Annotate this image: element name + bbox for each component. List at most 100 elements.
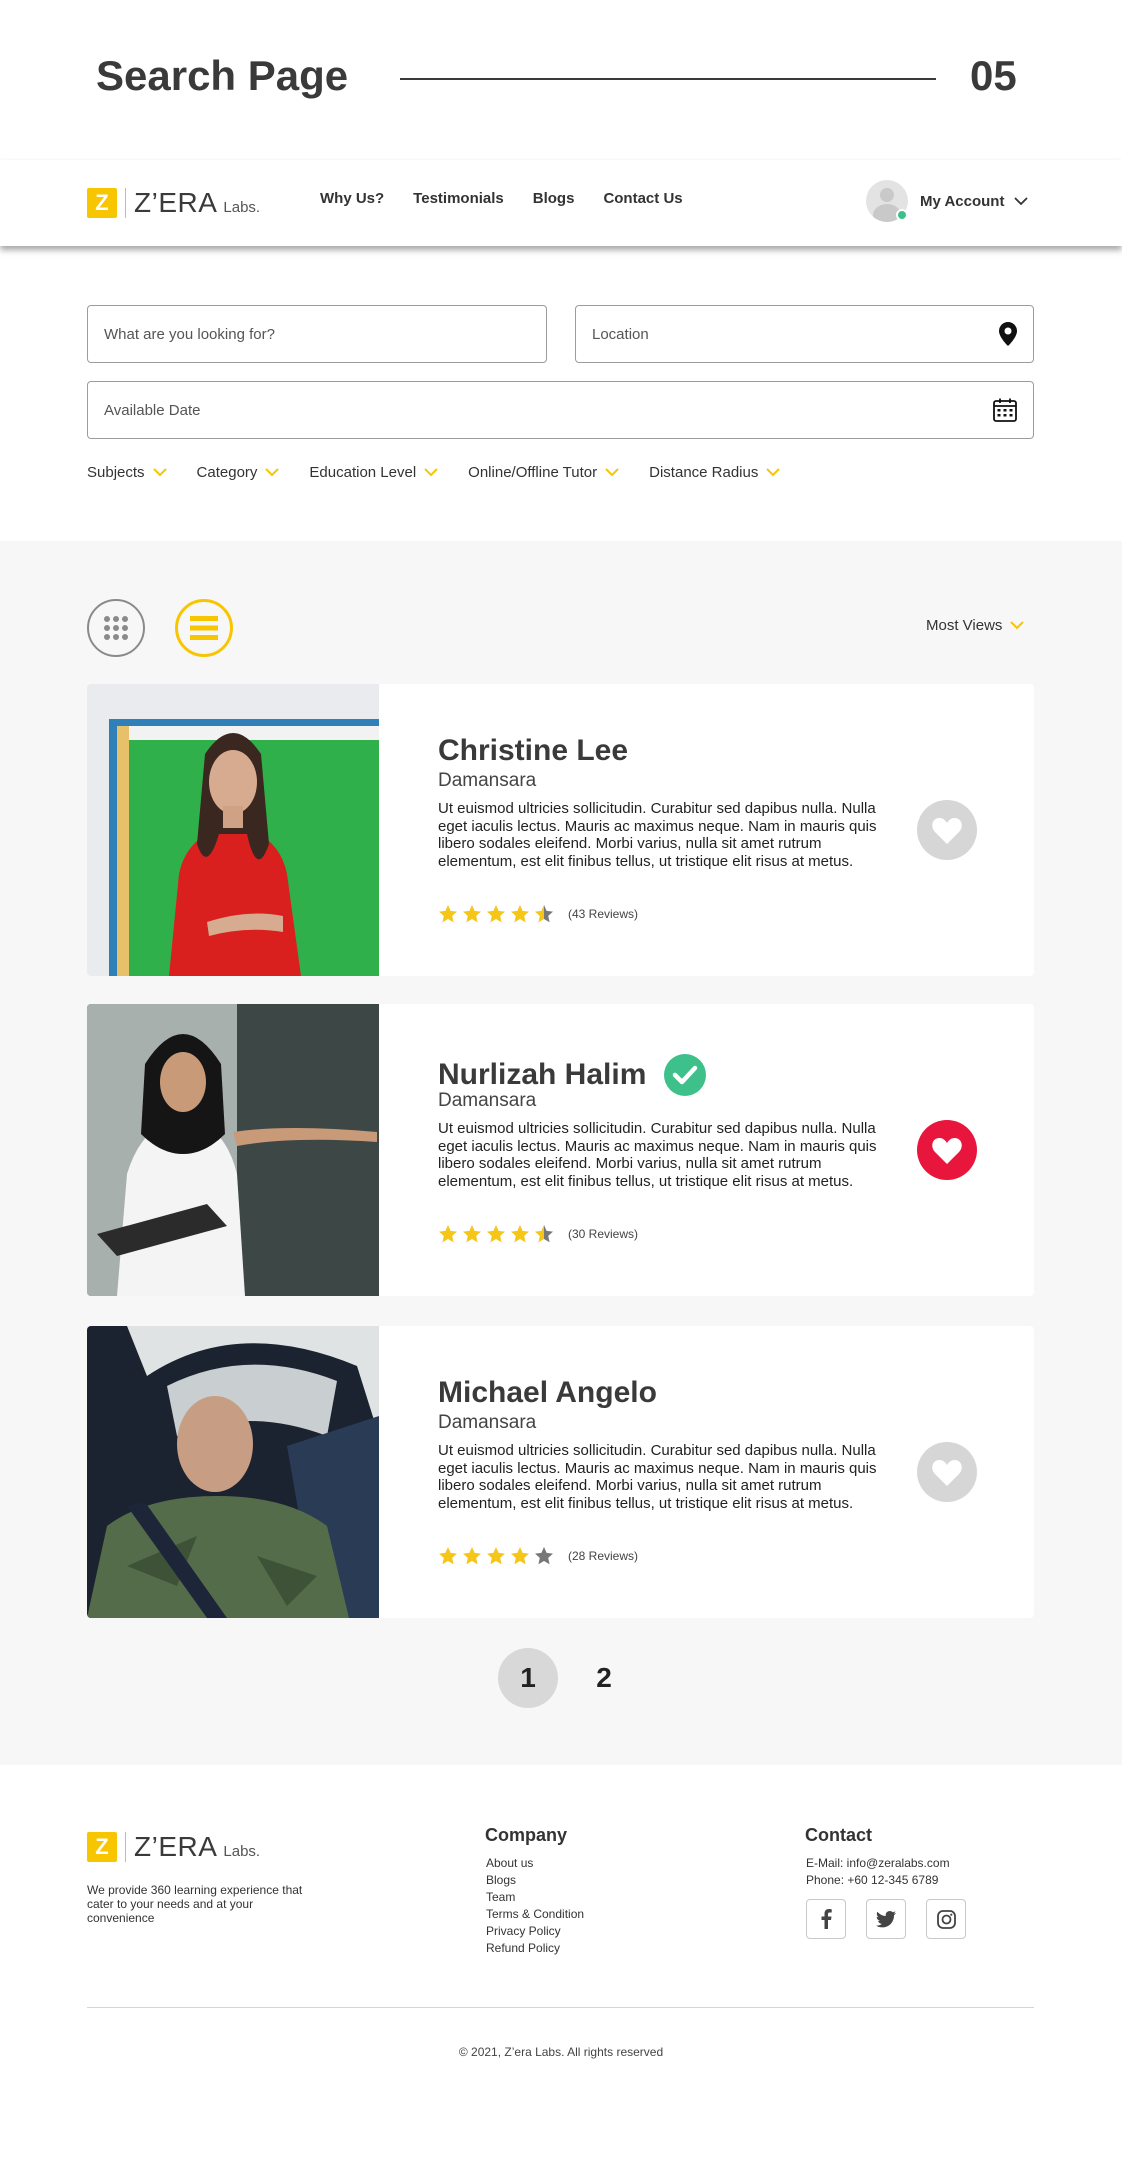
location-input[interactable]: Location bbox=[575, 305, 1034, 363]
list-view-button[interactable] bbox=[175, 599, 233, 657]
favorite-button[interactable] bbox=[917, 800, 977, 860]
star-icon bbox=[439, 905, 457, 923]
slide-header: Search Page 05 bbox=[0, 0, 1122, 160]
contact-phone[interactable]: Phone: +60 12-345 6789 bbox=[806, 1872, 950, 1889]
tutor-card[interactable]: Michael Angelo Damansara Ut euismod ultr… bbox=[87, 1326, 1034, 1618]
grid-view-button[interactable] bbox=[87, 599, 145, 657]
tutor-rating: (28 Reviews) bbox=[438, 1546, 638, 1566]
filter-education-level[interactable]: Education Level bbox=[309, 464, 438, 481]
star-icon bbox=[463, 1225, 481, 1243]
star-icon bbox=[535, 1225, 553, 1243]
nav-link-blogs[interactable]: Blogs bbox=[533, 190, 575, 207]
star-icon bbox=[535, 905, 553, 923]
nav-link-contact-us[interactable]: Contact Us bbox=[603, 190, 682, 207]
company-links: About us Blogs Team Terms & Condition Pr… bbox=[486, 1855, 584, 1957]
star-rating bbox=[438, 1546, 554, 1566]
instagram-button[interactable] bbox=[926, 1899, 966, 1939]
heart-icon bbox=[932, 1137, 962, 1164]
online-status-dot bbox=[896, 209, 908, 221]
filter-distance-radius[interactable]: Distance Radius bbox=[649, 464, 781, 481]
tutor-photo bbox=[87, 1004, 379, 1296]
keyword-placeholder: What are you looking for? bbox=[104, 325, 275, 343]
contact-details: E-Mail: info@zeralabs.com Phone: +60 12-… bbox=[806, 1855, 950, 1889]
search-panel: What are you looking for? Location Avail… bbox=[0, 246, 1122, 541]
footer-link-refund[interactable]: Refund Policy bbox=[486, 1940, 584, 1957]
keyword-search-input[interactable]: What are you looking for? bbox=[87, 305, 547, 363]
logo-name: Z’ERA bbox=[134, 1831, 218, 1862]
heart-icon bbox=[932, 1459, 962, 1486]
filter-label: Distance Radius bbox=[649, 464, 759, 481]
page-2-button[interactable]: 2 bbox=[574, 1648, 634, 1708]
filter-online-offline[interactable]: Online/Offline Tutor bbox=[468, 464, 619, 481]
available-date-input[interactable]: Available Date bbox=[87, 381, 1034, 439]
chevron-down-icon bbox=[766, 468, 781, 477]
footer-link-terms[interactable]: Terms & Condition bbox=[486, 1906, 584, 1923]
favorite-button[interactable] bbox=[917, 1120, 977, 1180]
instagram-icon bbox=[936, 1909, 956, 1929]
heart-icon bbox=[932, 817, 962, 844]
tutor-photo bbox=[87, 1326, 379, 1618]
review-count[interactable]: (30 Reviews) bbox=[568, 1227, 638, 1241]
nav-link-why-us[interactable]: Why Us? bbox=[320, 190, 384, 207]
tutor-rating: (30 Reviews) bbox=[438, 1224, 638, 1244]
chevron-down-icon bbox=[605, 468, 619, 477]
favorite-button[interactable] bbox=[917, 1442, 977, 1502]
chevron-down-icon bbox=[424, 468, 438, 477]
nav-links: Why Us? Testimonials Blogs Contact Us bbox=[320, 190, 683, 207]
star-icon bbox=[487, 905, 505, 923]
filter-label: Online/Offline Tutor bbox=[468, 464, 598, 481]
twitter-button[interactable] bbox=[866, 1899, 906, 1939]
logo-suffix: Labs. bbox=[223, 198, 261, 216]
date-placeholder: Available Date bbox=[104, 401, 201, 419]
star-icon bbox=[487, 1225, 505, 1243]
tutor-name[interactable]: Nurlizah Halim bbox=[438, 1058, 646, 1092]
filter-subjects[interactable]: Subjects bbox=[87, 464, 167, 481]
page-1-button[interactable]: 1 bbox=[498, 1648, 558, 1708]
review-count[interactable]: (28 Reviews) bbox=[568, 1549, 638, 1563]
review-count[interactable]: (43 Reviews) bbox=[568, 907, 638, 921]
slide-title: Search Page bbox=[96, 52, 349, 99]
tutor-card[interactable]: Christine Lee Damansara Ut euismod ultri… bbox=[87, 684, 1034, 976]
tutor-card[interactable]: Nurlizah Halim Damansara Ut euismod ultr… bbox=[87, 1004, 1034, 1296]
chevron-down-icon bbox=[152, 468, 167, 477]
star-icon bbox=[439, 1225, 457, 1243]
star-icon bbox=[463, 1547, 481, 1565]
sort-dropdown[interactable]: Most Views bbox=[926, 617, 1025, 634]
footer-link-privacy[interactable]: Privacy Policy bbox=[486, 1923, 584, 1940]
tutor-location: Damansara bbox=[438, 770, 537, 791]
facebook-button[interactable] bbox=[806, 1899, 846, 1939]
tutor-rating: (43 Reviews) bbox=[438, 904, 638, 924]
logo-suffix: Labs. bbox=[223, 1842, 261, 1860]
filter-label: Education Level bbox=[309, 464, 417, 481]
nav-link-testimonials[interactable]: Testimonials bbox=[413, 190, 504, 207]
copyright: © 2021, Z’era Labs. All rights reserved bbox=[458, 2045, 664, 2059]
divider bbox=[400, 78, 936, 80]
footer-link-about[interactable]: About us bbox=[486, 1855, 584, 1872]
footer-logo[interactable]: Z Z’ERA Labs. bbox=[87, 1831, 260, 1863]
sort-label: Most Views bbox=[926, 617, 1003, 634]
filter-bar: Subjects Category Education Level Online… bbox=[87, 464, 781, 481]
filter-category[interactable]: Category bbox=[197, 464, 280, 481]
footer-link-team[interactable]: Team bbox=[486, 1889, 584, 1906]
account-menu[interactable]: My Account bbox=[866, 180, 1029, 222]
filter-label: Category bbox=[196, 464, 258, 481]
chevron-down-icon bbox=[1010, 621, 1025, 630]
pagination: 1 2 bbox=[498, 1648, 634, 1708]
footer: Z Z’ERA Labs. We provide 360 learning ex… bbox=[0, 1765, 1122, 2160]
tutor-name[interactable]: Michael Angelo bbox=[438, 1376, 657, 1410]
location-placeholder: Location bbox=[592, 325, 649, 343]
footer-link-blogs[interactable]: Blogs bbox=[486, 1872, 584, 1889]
tutor-name[interactable]: Christine Lee bbox=[438, 734, 628, 768]
tutor-location: Damansara bbox=[438, 1090, 537, 1111]
brand-logo[interactable]: Z Z’ERA Labs. bbox=[87, 187, 260, 219]
tutor-description: Ut euismod ultricies sollicitudin. Curab… bbox=[438, 800, 877, 870]
logo-name: Z’ERA bbox=[134, 187, 218, 218]
chevron-down-icon bbox=[1014, 196, 1029, 205]
location-pin-icon bbox=[999, 322, 1017, 346]
calendar-icon bbox=[993, 398, 1017, 422]
results-section: Most Views Christine Lee Damansara Ut eu… bbox=[0, 541, 1122, 1765]
contact-heading: Contact bbox=[805, 1825, 872, 1845]
star-icon bbox=[439, 1547, 457, 1565]
contact-email[interactable]: E-Mail: info@zeralabs.com bbox=[806, 1855, 950, 1872]
footer-divider bbox=[87, 2007, 1034, 2008]
